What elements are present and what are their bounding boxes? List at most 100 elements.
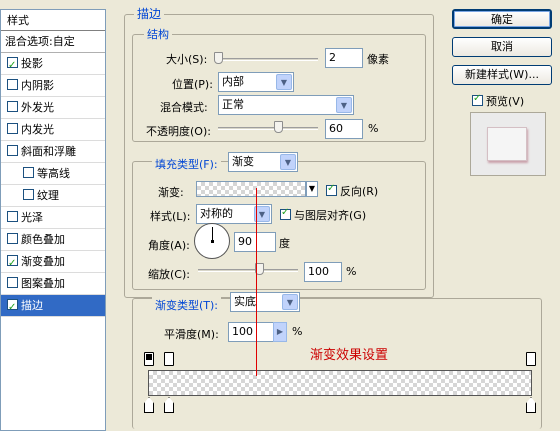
- style-item[interactable]: 纹理: [1, 185, 105, 207]
- style-item-label: 内发光: [21, 123, 54, 136]
- align-checkbox[interactable]: 与图层对齐(G): [280, 207, 366, 223]
- style-item[interactable]: 描边: [1, 295, 105, 319]
- opacity-input[interactable]: 60: [325, 119, 363, 139]
- style-item[interactable]: 内发光: [1, 119, 105, 141]
- style-item[interactable]: 颜色叠加: [1, 229, 105, 251]
- reverse-checkbox[interactable]: 反向(R): [326, 183, 378, 199]
- style-item-checkbox[interactable]: [7, 277, 18, 288]
- size-slider-thumb[interactable]: [214, 52, 224, 64]
- style-item-label: 描边: [21, 299, 43, 312]
- opacity-stop-right[interactable]: [526, 352, 536, 366]
- opacity-slider-thumb[interactable]: [274, 121, 283, 133]
- cancel-button[interactable]: 取消: [452, 37, 552, 57]
- smoothness-stepper-button[interactable]: ▶: [273, 322, 287, 342]
- fill-type-select-value: 渐变: [232, 155, 254, 168]
- style-item-label: 颜色叠加: [21, 233, 65, 246]
- style-item-label: 内阴影: [21, 79, 54, 92]
- chevron-down-icon: ▼: [308, 184, 316, 193]
- style-item-checkbox[interactable]: [7, 297, 18, 319]
- gradient-bar[interactable]: [148, 370, 532, 396]
- opacity-slider-track[interactable]: [218, 127, 318, 130]
- gradient-dropdown-button[interactable]: ▼: [306, 181, 318, 197]
- gradient-editor-group: [132, 298, 542, 429]
- style-item-checkbox[interactable]: [7, 211, 18, 222]
- gradient-label: 渐变:: [158, 186, 184, 199]
- style-item[interactable]: 等高线: [1, 163, 105, 185]
- style-item[interactable]: 图案叠加: [1, 273, 105, 295]
- style-item-checkbox[interactable]: [23, 167, 34, 178]
- style-item-checkbox[interactable]: [7, 233, 18, 244]
- new-style-button[interactable]: 新建样式(W)...: [452, 65, 552, 85]
- position-select[interactable]: 内部 ▼: [218, 72, 294, 92]
- preview-swatch: [487, 127, 527, 161]
- smoothness-input[interactable]: 100: [228, 322, 274, 342]
- preview-checkbox[interactable]: 预览(V): [472, 93, 524, 109]
- style-item-checkbox[interactable]: [7, 145, 18, 156]
- reverse-checkbox-box[interactable]: [326, 183, 337, 196]
- opacity-stop-left[interactable]: [144, 352, 154, 366]
- chevron-down-icon[interactable]: ▼: [276, 74, 292, 90]
- style-item-label: 渐变叠加: [21, 255, 65, 268]
- style-item-checkbox[interactable]: [7, 253, 18, 275]
- style-item-label: 纹理: [37, 189, 59, 202]
- preview-thumbnail: [470, 112, 546, 176]
- align-checkbox-box[interactable]: [280, 207, 291, 220]
- scale-input[interactable]: 100: [304, 262, 342, 282]
- chevron-down-icon[interactable]: ▼: [280, 154, 296, 170]
- style-item[interactable]: 外发光: [1, 97, 105, 119]
- style-select[interactable]: 对称的 ▼: [196, 204, 272, 224]
- style-item[interactable]: 内阴影: [1, 75, 105, 97]
- size-input[interactable]: 2: [325, 48, 363, 68]
- fill-type-select[interactable]: 渐变 ▼: [228, 152, 298, 172]
- chevron-down-icon[interactable]: ▼: [336, 97, 352, 113]
- gradient-type-select[interactable]: 实底 ▼: [230, 292, 300, 312]
- blend-mode-select[interactable]: 正常 ▼: [218, 95, 354, 115]
- angle-dial[interactable]: [194, 223, 230, 259]
- preview-checkbox-box[interactable]: [472, 93, 483, 106]
- style-item-checkbox[interactable]: [23, 189, 34, 200]
- position-select-value: 内部: [222, 75, 244, 88]
- annotation-line: [256, 188, 257, 376]
- reverse-label: 反向(R): [340, 185, 379, 198]
- style-label: 样式(L):: [150, 210, 191, 223]
- chevron-down-icon[interactable]: ▼: [282, 294, 298, 310]
- blend-options-item[interactable]: 混合选项:自定: [1, 31, 105, 53]
- style-item-label: 图案叠加: [21, 277, 65, 290]
- angle-label: 角度(A):: [148, 239, 190, 252]
- angle-unit: 度: [279, 237, 290, 250]
- angle-input[interactable]: 90: [234, 232, 276, 252]
- style-item-label: 投影: [21, 57, 43, 70]
- scale-unit: %: [346, 265, 357, 278]
- style-item-checkbox[interactable]: [7, 55, 18, 77]
- scale-slider-track[interactable]: [198, 269, 298, 272]
- style-item-checkbox[interactable]: [7, 123, 18, 134]
- style-item[interactable]: 光泽: [1, 207, 105, 229]
- size-unit: 像素: [367, 53, 389, 66]
- opacity-unit: %: [368, 122, 379, 135]
- gradient-picker[interactable]: [196, 181, 306, 197]
- size-slider-track[interactable]: [216, 58, 318, 61]
- opacity-stop-mid[interactable]: [164, 352, 174, 366]
- style-item-checkbox[interactable]: [7, 79, 18, 90]
- style-item[interactable]: 斜面和浮雕: [1, 141, 105, 163]
- preview-label: 预览(V): [486, 95, 525, 108]
- gradient-type-select-value: 实底: [234, 295, 256, 308]
- chevron-right-icon: ▶: [276, 327, 284, 336]
- smoothness-unit: %: [292, 325, 303, 338]
- position-label: 位置(P):: [172, 78, 213, 91]
- style-item[interactable]: 投影: [1, 53, 105, 77]
- scale-label: 缩放(C):: [148, 268, 190, 281]
- style-list: 样式 混合选项:自定 投影内阴影外发光内发光斜面和浮雕等高线纹理光泽颜色叠加渐变…: [0, 9, 106, 431]
- stroke-group-title: 描边: [134, 5, 165, 22]
- style-item[interactable]: 渐变叠加: [1, 251, 105, 275]
- style-item-checkbox[interactable]: [7, 101, 18, 112]
- opacity-label: 不透明度(O):: [146, 125, 211, 138]
- style-item-label: 斜面和浮雕: [21, 145, 76, 158]
- style-item-label: 外发光: [21, 101, 54, 114]
- structure-group-title: 结构: [144, 26, 172, 42]
- style-list-header: 样式: [1, 10, 105, 31]
- style-item-label: 等高线: [37, 167, 70, 180]
- angle-dial-center: [211, 240, 214, 243]
- smoothness-label: 平滑度(M):: [164, 328, 219, 341]
- ok-button[interactable]: 确定: [452, 9, 552, 29]
